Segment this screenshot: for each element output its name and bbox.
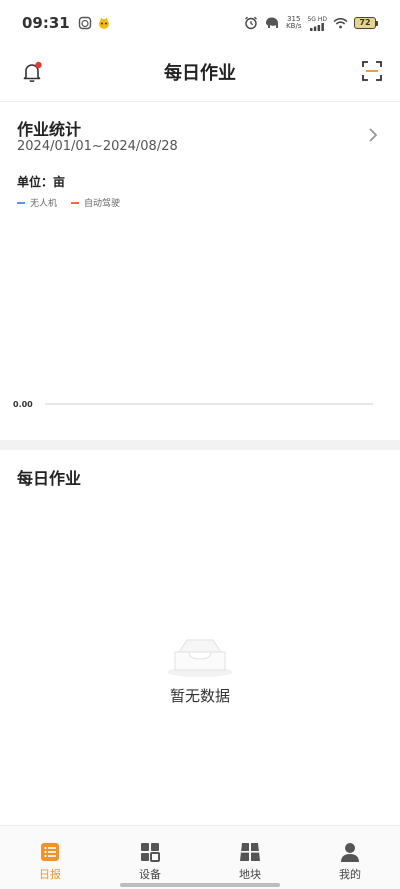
- nav-label-daily-report: 日报: [39, 868, 61, 881]
- work-stats-chart: 0.00: [13, 400, 373, 409]
- home-indicator[interactable]: [120, 883, 280, 887]
- cellular-signal: 5G HD: [307, 16, 327, 31]
- nav-item-fields[interactable]: 地块: [200, 826, 300, 889]
- legend-swatch-autopilot: [71, 201, 80, 204]
- alarm-icon: [245, 16, 258, 30]
- section-divider: [0, 440, 400, 450]
- page-title: 每日作业: [164, 63, 236, 84]
- status-time: 09:31: [22, 14, 70, 32]
- nav-item-devices[interactable]: 设备: [100, 826, 200, 889]
- chevron-right-icon[interactable]: [366, 126, 380, 144]
- cellular-signal-label: 5G HD: [307, 15, 327, 23]
- status-bar: 09:31 315 KB/s 5G HD 72: [0, 0, 400, 46]
- legend-swatch-drone: [17, 201, 25, 204]
- network-speed-unit: KB/s: [286, 22, 302, 30]
- chart-legend: 无人机 自动驾驶: [17, 196, 120, 209]
- nav-label-fields: 地块: [239, 868, 261, 881]
- user-icon: [341, 843, 359, 862]
- nav-item-me[interactable]: 我的: [300, 826, 400, 889]
- legend-label-autopilot: 自动驾驶: [84, 199, 121, 209]
- field-icon: [240, 843, 260, 861]
- legend-item-drone[interactable]: 无人机: [17, 196, 57, 209]
- legend-label-drone: 无人机: [30, 199, 58, 209]
- work-stats-title: 作业统计: [17, 120, 82, 139]
- legend-item-autopilot[interactable]: 自动驾驶: [71, 196, 120, 209]
- list-icon: [41, 843, 59, 861]
- empty-state-text: 暂无数据: [169, 687, 230, 705]
- battery-indicator: 72: [354, 17, 378, 29]
- alarm-clock-app-icon: [78, 16, 91, 30]
- nav-label-me: 我的: [339, 868, 361, 881]
- wifi-icon: [333, 17, 348, 29]
- bottom-nav: 日报 设备 地块 我的: [0, 825, 400, 889]
- empty-inbox-icon: [167, 639, 233, 677]
- unit-label: 单位：亩: [17, 175, 66, 189]
- mascot-app-icon: [98, 17, 109, 29]
- signal-bars-icon: [310, 22, 325, 31]
- network-speed: 315 KB/s: [286, 16, 301, 30]
- scan-icon[interactable]: [360, 59, 384, 83]
- nav-label-devices: 设备: [139, 868, 161, 881]
- elephant-app-icon: [266, 17, 279, 28]
- nav-item-daily-report[interactable]: 日报: [0, 826, 100, 889]
- grid-icon: [141, 843, 160, 862]
- date-range: 2024/01/01~2024/08/28: [17, 139, 178, 154]
- app-header: 每日作业: [0, 46, 400, 102]
- y-tick-label-0: 0.00: [13, 400, 33, 409]
- daily-work-title: 每日作业: [17, 469, 82, 488]
- battery-level: 72: [354, 17, 376, 29]
